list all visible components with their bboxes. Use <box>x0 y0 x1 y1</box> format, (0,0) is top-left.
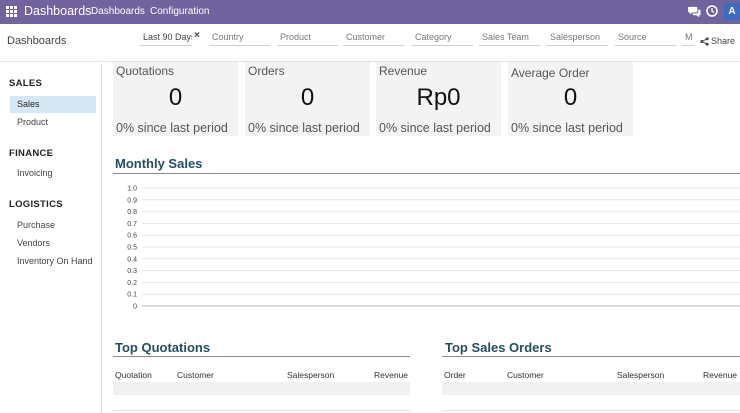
column-header-revenue[interactable]: Revenue <box>374 370 408 380</box>
filter-date-range[interactable]: Last 90 Days <box>140 32 192 46</box>
top-sales-orders-title: Top Sales Orders <box>445 340 552 355</box>
y-tick-label: 1.0 <box>127 186 137 193</box>
sidebar-section-logistics: LOGISTICS <box>9 199 63 210</box>
monthly-sales-divider <box>113 173 740 174</box>
app-title[interactable]: Dashboards <box>24 4 91 18</box>
kpi-delta: 0% since last period <box>379 121 491 135</box>
control-panel: Dashboards Last 90 Days × Country Produc… <box>0 24 740 62</box>
kpi-value: 0 <box>168 84 183 111</box>
table-bottom-border <box>113 410 410 411</box>
sidebar-section-sales: SALES <box>9 78 43 89</box>
sidebar-item-inventory-on-hand[interactable]: Inventory On Hand <box>10 253 96 270</box>
filter-customer[interactable]: Customer <box>343 32 404 46</box>
sidebar-item-invoicing[interactable]: Invoicing <box>10 165 96 182</box>
top-quotations-title: Top Quotations <box>115 340 211 355</box>
column-header-customer[interactable]: Customer <box>507 370 544 380</box>
kpi-value: 0 <box>563 84 578 111</box>
kpi-value: 0 <box>300 84 315 111</box>
share-icon <box>700 36 709 46</box>
column-header-revenue[interactable]: Revenue <box>703 370 737 380</box>
kpi-card-revenue[interactable]: Revenue Rp0 0% since last period <box>376 62 501 136</box>
y-tick-label: 0.2 <box>127 280 137 287</box>
column-header-order[interactable]: Order <box>444 370 466 380</box>
kpi-delta: 0% since last period <box>511 121 623 135</box>
dashboard-sidebar: SALES Sales Product FINANCE Invoicing LO… <box>0 63 102 413</box>
kpi-title: Average Order <box>511 66 590 80</box>
apps-menu-icon[interactable] <box>6 6 17 17</box>
filter-product[interactable]: Product <box>277 32 338 46</box>
top-sales-orders-divider <box>442 356 740 357</box>
y-tick-label: 0.6 <box>127 233 137 240</box>
y-tick-label: 0.3 <box>127 268 137 275</box>
y-tick-label: 0.5 <box>127 245 137 252</box>
activity-clock-icon[interactable] <box>706 5 718 17</box>
y-tick-label: 0.4 <box>127 256 137 263</box>
top-navbar: Dashboards Dashboards Configuration A <box>0 0 740 24</box>
kpi-title: Orders <box>248 64 285 78</box>
menu-configuration[interactable]: Configuration <box>150 6 209 17</box>
y-tick-label: 0.1 <box>127 292 137 299</box>
table-row <box>113 382 410 395</box>
kpi-card-quotations[interactable]: Quotations 0 0% since last period <box>113 62 238 136</box>
sidebar-item-product[interactable]: Product <box>10 114 96 131</box>
column-header-salesperson[interactable]: Salesperson <box>617 370 664 380</box>
share-label: Share <box>711 36 736 46</box>
sidebar-section-finance: FINANCE <box>9 148 54 159</box>
sidebar-item-purchase[interactable]: Purchase <box>10 217 96 234</box>
table-bottom-border <box>442 410 740 411</box>
filter-salesperson[interactable]: Salesperson <box>547 32 608 46</box>
kpi-card-orders[interactable]: Orders 0 0% since last period <box>245 62 370 136</box>
clear-filter-icon[interactable]: × <box>194 30 200 41</box>
breadcrumb: Dashboards <box>7 35 67 47</box>
filter-sales-team[interactable]: Sales Team <box>479 32 540 46</box>
filter-country[interactable]: Country <box>209 32 270 46</box>
monthly-sales-chart: 0 0.1 0.2 0.3 0.4 0.5 0.6 0.7 0.8 0.9 1.0 <box>127 186 740 311</box>
filter-medium[interactable]: M <box>682 32 695 46</box>
kpi-delta: 0% since last period <box>116 121 228 135</box>
y-tick-label: 0.9 <box>127 197 137 204</box>
sidebar-item-sales[interactable]: Sales <box>10 96 96 113</box>
kpi-value: Rp0 <box>416 84 461 111</box>
kpi-delta: 0% since last period <box>248 121 360 135</box>
kpi-title: Quotations <box>116 64 175 78</box>
y-tick-label: 0 <box>133 304 137 311</box>
menu-dashboards[interactable]: Dashboards <box>91 6 145 17</box>
filter-category[interactable]: Category <box>412 32 473 46</box>
table-row <box>442 382 740 395</box>
user-avatar[interactable]: A <box>724 3 740 20</box>
monthly-sales-title: Monthly Sales <box>115 156 203 171</box>
y-tick-label: 0.8 <box>127 209 137 216</box>
filter-source[interactable]: Source <box>615 32 676 46</box>
y-tick-label: 0.7 <box>127 221 137 228</box>
top-quotations-divider <box>113 356 410 357</box>
kpi-card-average-order[interactable]: Average Order 0 0% since last period <box>508 62 633 136</box>
discuss-chat-icon[interactable] <box>688 5 701 18</box>
sidebar-item-vendors[interactable]: Vendors <box>10 235 96 252</box>
kpi-title: Revenue <box>379 64 428 78</box>
column-header-quotation[interactable]: Quotation <box>115 370 152 380</box>
column-header-customer[interactable]: Customer <box>177 370 214 380</box>
share-button[interactable]: Share <box>700 36 735 46</box>
column-header-salesperson[interactable]: Salesperson <box>287 370 334 380</box>
